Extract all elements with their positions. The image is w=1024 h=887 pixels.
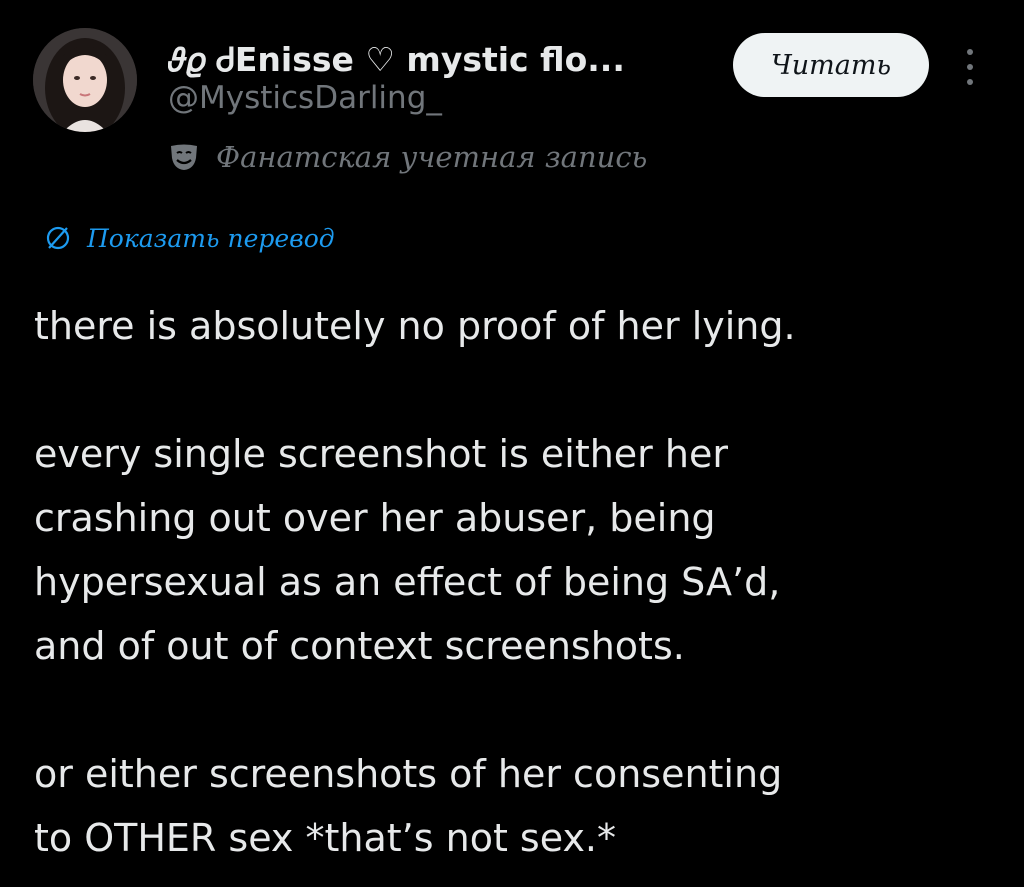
account-label-text: Фанатская учетная запись (216, 140, 648, 174)
account-label: Фанатская учетная запись (168, 135, 647, 179)
author-display-name[interactable]: 𝜗𝜚 ᏧEnisse ♡ mystic flo... (168, 36, 713, 84)
tweet-line: hypersexual as an effect of being SA’d, (34, 560, 781, 604)
tweet-line: and of out of context screenshots. (34, 624, 685, 668)
show-translation-link[interactable]: Показать перевод (45, 216, 335, 260)
show-translation-label[interactable]: Показать перевод (87, 224, 335, 253)
follow-button[interactable]: Читать (733, 33, 929, 97)
tweet-line: there is absolutely no proof of her lyin… (34, 304, 796, 348)
tweet-line-break (34, 678, 1004, 742)
tweet-line-break (34, 358, 1004, 422)
tweet-body: there is absolutely no proof of her lyin… (34, 294, 1004, 870)
more-vertical-icon[interactable] (958, 45, 982, 89)
author-handle[interactable]: @MysticsDarling_ (168, 80, 442, 116)
avatar[interactable] (33, 28, 137, 132)
tweet-line: to OTHER sex *that’s not sex.* (34, 816, 617, 860)
tweet-line: or either screenshots of her consenting (34, 752, 783, 796)
avatar-photo (33, 28, 137, 132)
tweet-line: crashing out over her abuser, being (34, 496, 716, 540)
theater-mask-icon (168, 142, 200, 172)
tweet-line: every single screenshot is either her (34, 432, 728, 476)
globe-icon (45, 225, 71, 251)
